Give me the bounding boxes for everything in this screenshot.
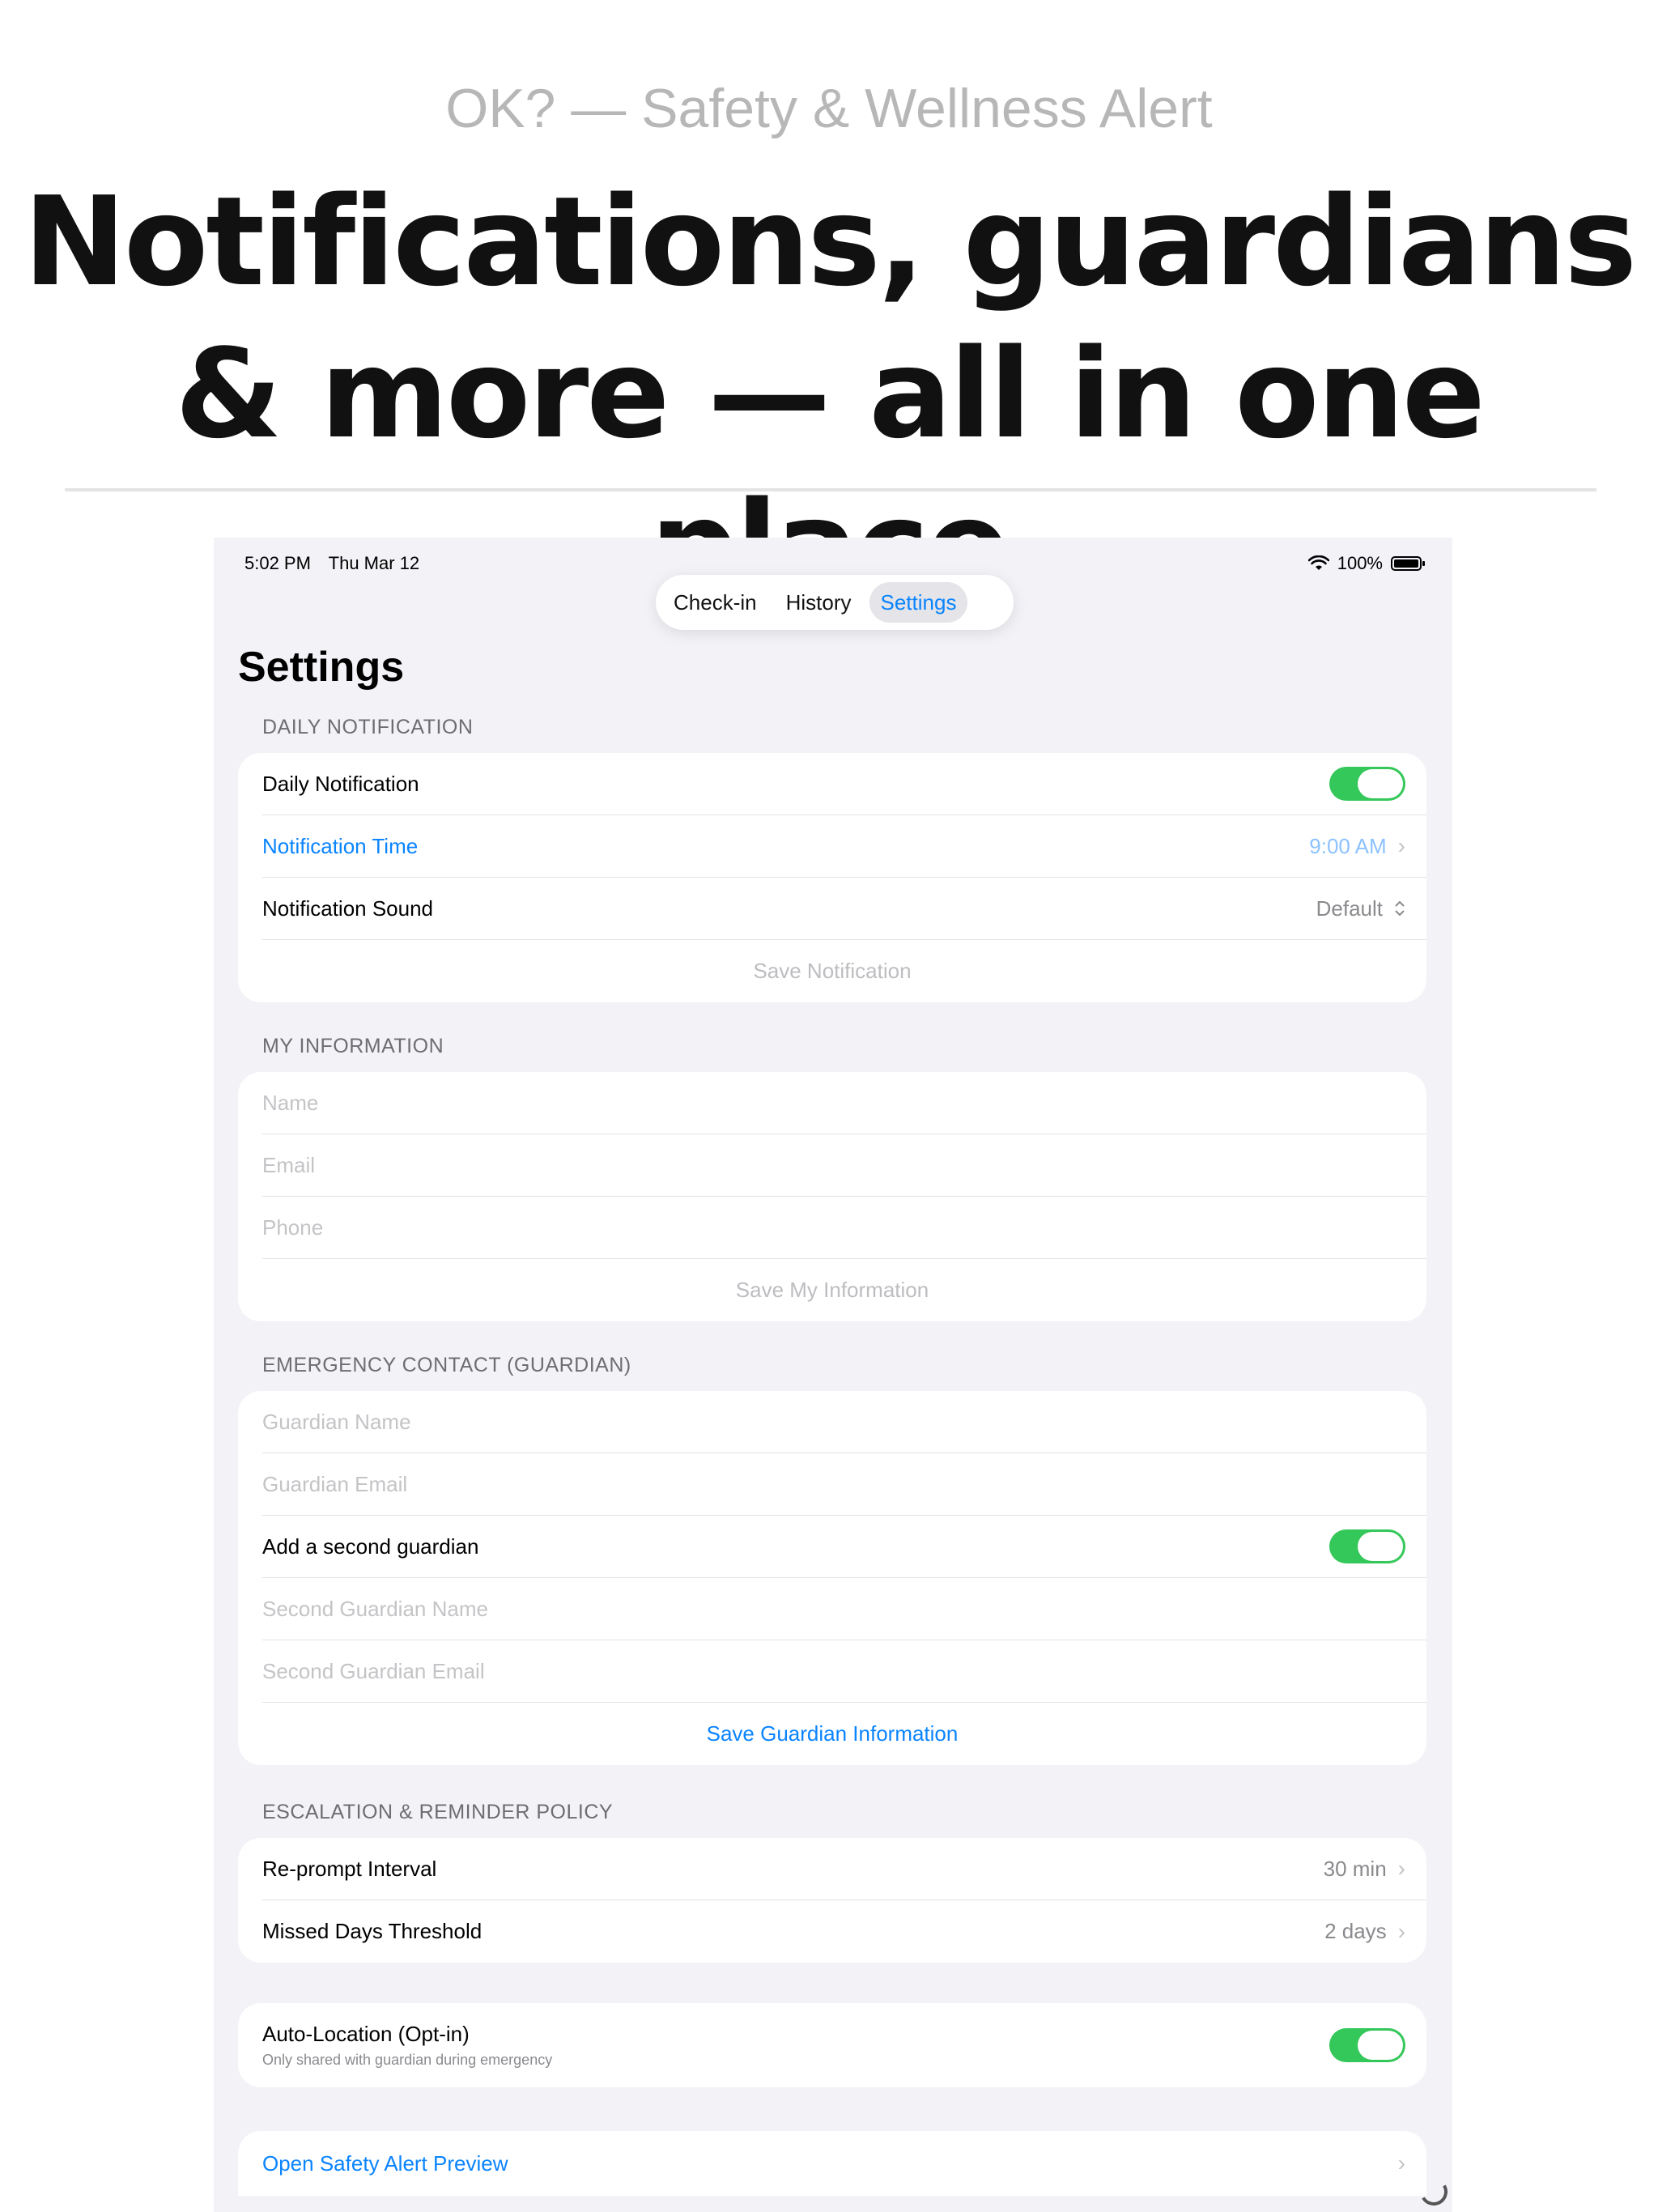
section-header-daily-notification: DAILY NOTIFICATION (262, 716, 474, 738)
guardian-name-field[interactable]: Guardian Name (262, 1391, 1426, 1453)
guardian-name-placeholder: Guardian Name (262, 1409, 411, 1434)
auto-location-sublabel: Only shared with guardian during emergen… (262, 2052, 553, 2068)
reprompt-interval-value: 30 min (1323, 1856, 1387, 1881)
tab-history[interactable]: History (775, 582, 863, 623)
daily-notification-row: Daily Notification (262, 753, 1426, 815)
chevron-up-down-icon (1395, 900, 1405, 917)
status-right: 100% (1307, 553, 1425, 574)
notification-time-value-group: 9:00 AM › (1309, 833, 1405, 859)
wifi-icon (1307, 555, 1329, 570)
second-guardian-name-placeholder: Second Guardian Name (262, 1596, 488, 1621)
notification-time-value: 9:00 AM (1309, 833, 1387, 858)
missed-days-row[interactable]: Missed Days Threshold 2 days › (262, 1900, 1426, 1963)
email-field[interactable]: Email (262, 1134, 1426, 1197)
notification-sound-picker[interactable]: Default (1316, 896, 1405, 921)
notification-time-label: Notification Time (262, 833, 419, 858)
ipad-screen: 5:02 PM Thu Mar 12 100% Check-in History… (214, 538, 1452, 2212)
daily-notification-label: Daily Notification (262, 771, 419, 796)
my-information-card: Name Email Phone Save My Information (238, 1072, 1426, 1321)
email-placeholder: Email (262, 1152, 316, 1177)
name-placeholder: Name (262, 1090, 319, 1115)
second-guardian-toggle-label: Add a second guardian (262, 1534, 479, 1559)
save-guardian-label: Save Guardian Information (706, 1721, 959, 1746)
headline-line-1: Notifications, guardians (23, 170, 1638, 313)
section-header-guardian: EMERGENCY CONTACT (GUARDIAN) (262, 1354, 631, 1376)
open-safety-alert-preview-label: Open Safety Alert Preview (262, 2150, 508, 2176)
tab-bar: Check-in History Settings (656, 575, 1014, 630)
chevron-right-icon: › (1397, 1918, 1405, 1944)
notification-sound-row[interactable]: Notification Sound Default (262, 878, 1426, 940)
auto-location-text: Auto-Location (Opt-in) Only shared with … (262, 2022, 552, 2069)
tab-settings[interactable]: Settings (869, 582, 968, 623)
missed-days-value-group: 2 days › (1324, 1919, 1405, 1945)
auto-location-label: Auto-Location (Opt-in) (262, 2022, 470, 2046)
chevron-right-icon: › (1397, 1856, 1405, 1881)
save-notification-label: Save Notification (753, 959, 912, 983)
auto-location-toggle[interactable] (1329, 2028, 1405, 2062)
page-title: Settings (238, 644, 405, 691)
daily-notification-toggle[interactable] (1329, 767, 1405, 801)
reprompt-interval-value-group: 30 min › (1324, 1856, 1405, 1882)
guardian-email-field[interactable]: Guardian Email (262, 1453, 1426, 1516)
status-time: 5:02 PM (244, 553, 311, 573)
escalation-card: Re-prompt Interval 30 min › Missed Days … (238, 1838, 1426, 1963)
name-field[interactable]: Name (262, 1072, 1426, 1134)
guardian-email-placeholder: Guardian Email (262, 1471, 408, 1496)
second-guardian-toggle[interactable] (1329, 1529, 1405, 1563)
second-guardian-name-field[interactable]: Second Guardian Name (262, 1578, 1426, 1640)
phone-placeholder: Phone (262, 1214, 324, 1240)
missed-days-label: Missed Days Threshold (262, 1919, 483, 1943)
divider (65, 488, 1596, 491)
save-my-information-button[interactable]: Save My Information (238, 1259, 1426, 1321)
chevron-right-icon: › (1397, 833, 1405, 858)
preview-card: Open Safety Alert Preview › (238, 2131, 1426, 2196)
missed-days-value: 2 days (1324, 1919, 1387, 1943)
status-date: Thu Mar 12 (328, 553, 420, 573)
notification-sound-value: Default (1316, 895, 1383, 921)
chevron-right-icon: › (1397, 2150, 1405, 2176)
daily-notification-card: Daily Notification Notification Time 9:0… (238, 753, 1426, 1002)
save-notification-button[interactable]: Save Notification (238, 940, 1426, 1002)
status-left: 5:02 PM Thu Mar 12 (244, 553, 432, 574)
location-card: Auto-Location (Opt-in) Only shared with … (238, 2003, 1426, 2087)
save-my-information-label: Save My Information (735, 1278, 929, 1302)
section-header-escalation: ESCALATION & REMINDER POLICY (262, 1801, 614, 1823)
guardian-card: Guardian Name Guardian Email Add a secon… (238, 1391, 1426, 1765)
second-guardian-email-field[interactable]: Second Guardian Email (262, 1640, 1426, 1703)
phone-field[interactable]: Phone (262, 1197, 1426, 1259)
reprompt-interval-label: Re-prompt Interval (262, 1856, 437, 1881)
save-guardian-button[interactable]: Save Guardian Information (238, 1703, 1426, 1765)
tab-check-in[interactable]: Check-in (662, 582, 768, 623)
reprompt-interval-row[interactable]: Re-prompt Interval 30 min › (262, 1838, 1426, 1900)
auto-location-row: Auto-Location (Opt-in) Only shared with … (262, 2003, 1426, 2087)
section-header-my-information: MY INFORMATION (262, 1035, 444, 1057)
battery-icon (1391, 556, 1425, 571)
open-safety-alert-preview-row[interactable]: Open Safety Alert Preview › (262, 2131, 1426, 2196)
second-guardian-toggle-row: Add a second guardian (262, 1516, 1426, 1578)
battery-percent: 100% (1337, 553, 1383, 573)
notification-time-row[interactable]: Notification Time 9:00 AM › (262, 815, 1426, 878)
second-guardian-email-placeholder: Second Guardian Email (262, 1658, 485, 1683)
notification-sound-label: Notification Sound (262, 895, 434, 921)
app-name: OK? — Safety & Wellness Alert (445, 78, 1213, 139)
